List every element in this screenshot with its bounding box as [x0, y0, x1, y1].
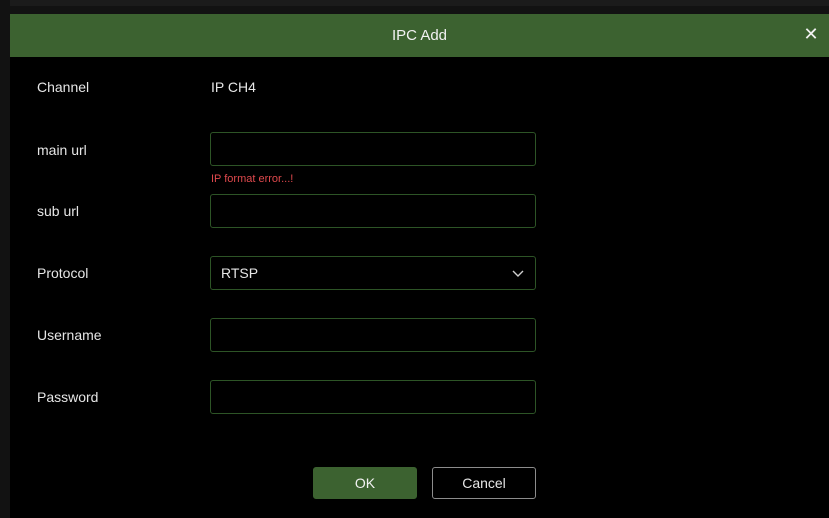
password-input[interactable]	[210, 380, 536, 414]
channel-label: Channel	[37, 79, 90, 95]
protocol-selected-value: RTSP	[221, 265, 259, 281]
background-table-header	[10, 0, 829, 6]
cancel-button[interactable]: Cancel	[432, 467, 536, 499]
protocol-select[interactable]: RTSP	[210, 256, 536, 290]
ok-button[interactable]: OK	[313, 467, 417, 499]
username-input[interactable]	[210, 318, 536, 352]
dialog-title: IPC Add	[391, 27, 448, 44]
chevron-down-icon	[512, 270, 524, 277]
main-url-input[interactable]	[210, 132, 536, 166]
ipc-add-dialog: IPC Add ✕ Channel IP CH4 main url IP for…	[10, 14, 829, 518]
sub-url-label: sub url	[37, 203, 80, 219]
main-url-error: IP format error...!	[211, 173, 294, 185]
close-icon[interactable]: ✕	[799, 22, 823, 46]
protocol-label: Protocol	[37, 265, 89, 281]
password-label: Password	[37, 389, 99, 405]
sub-url-input[interactable]	[210, 194, 536, 228]
dialog-titlebar: IPC Add ✕	[10, 14, 829, 57]
username-label: Username	[37, 327, 102, 343]
main-url-label: main url	[37, 142, 87, 158]
channel-value: IP CH4	[211, 79, 256, 95]
